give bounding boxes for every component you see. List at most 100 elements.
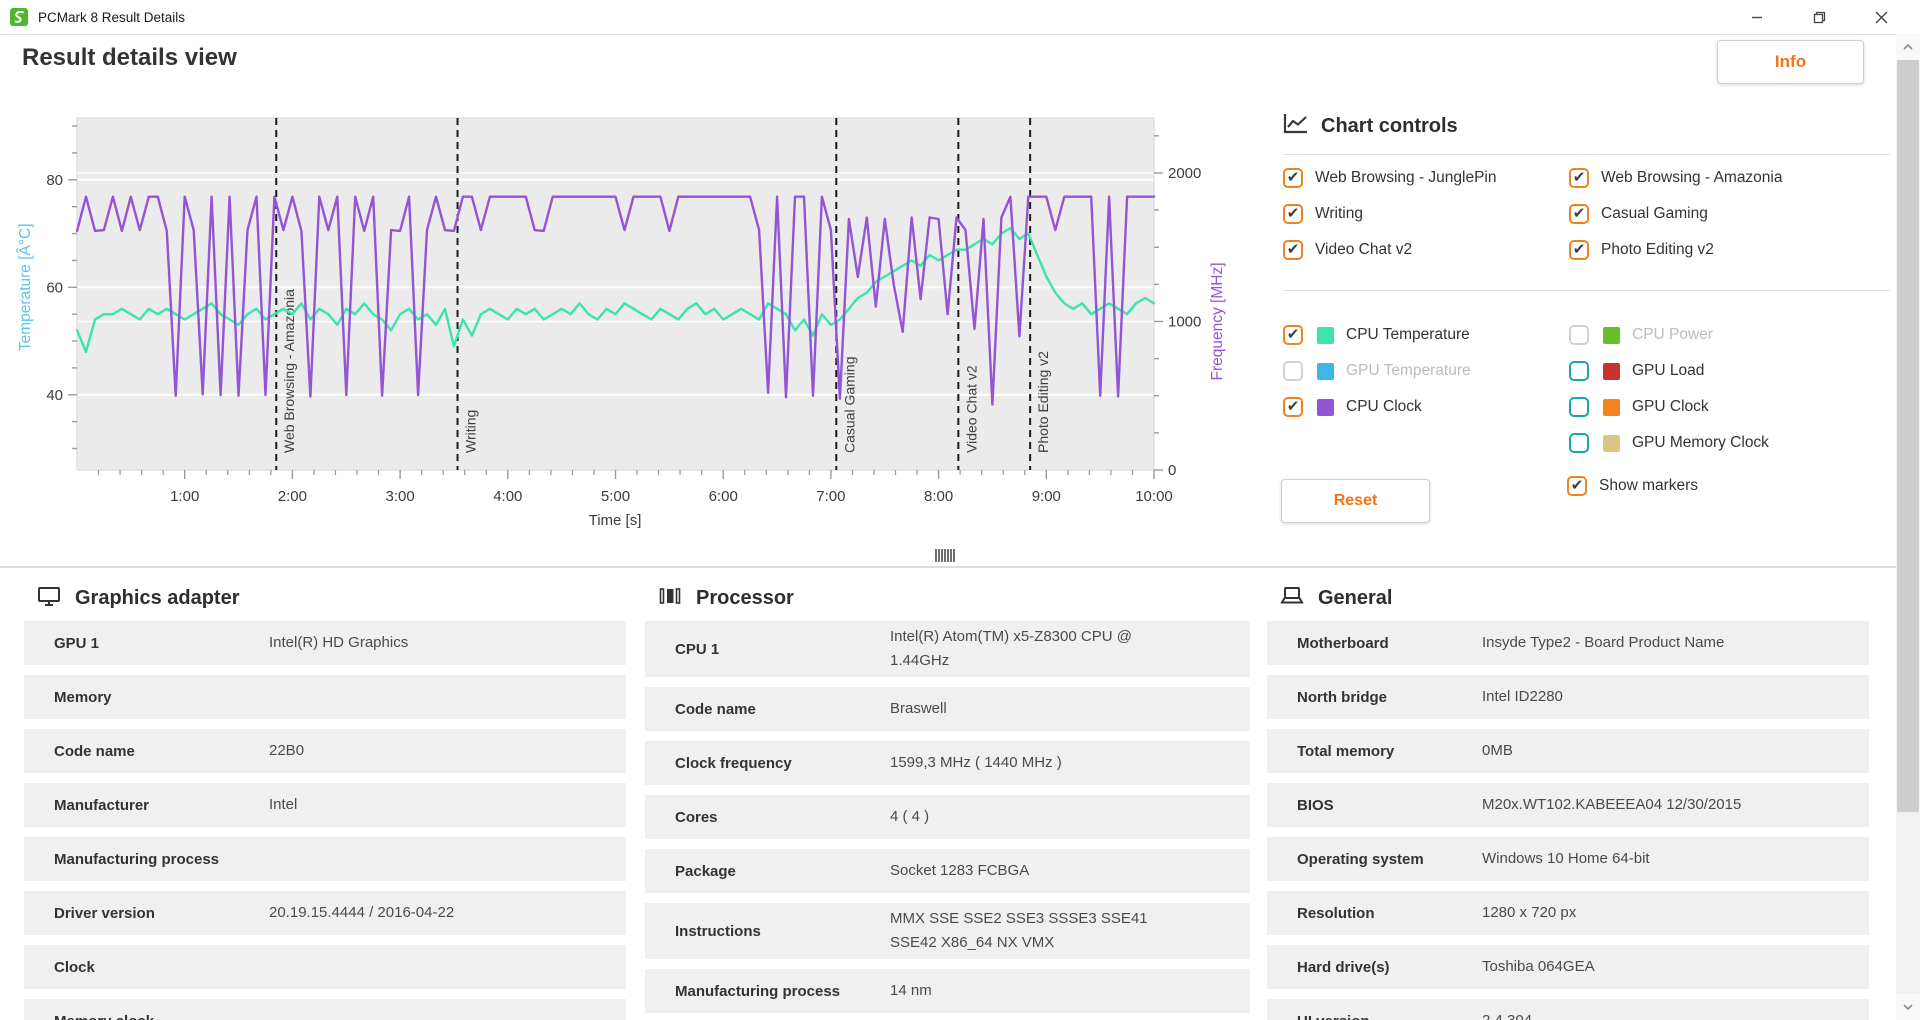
section-divider	[0, 566, 1896, 568]
row-label: Operating system	[1297, 851, 1482, 868]
svg-text:3:00: 3:00	[385, 488, 414, 505]
row-value: Intel	[269, 793, 612, 817]
checkbox-cpu-temperature[interactable]: ✔	[1283, 325, 1303, 345]
row-value: 4 ( 4 )	[890, 805, 1190, 829]
video-chat-v2-label: Video Chat v2	[1315, 241, 1412, 259]
table-row-clock: Clock	[24, 945, 626, 989]
checkbox-gpu-memory-clock[interactable]	[1569, 433, 1589, 453]
checkbox-gpu-temperature[interactable]	[1283, 361, 1303, 381]
check-icon: ✔	[1287, 206, 1300, 221]
show-markers-row: ✔ Show markers	[1567, 468, 1857, 504]
table-row-hard-drive-s: Hard drive(s)Toshiba 064GEA	[1267, 945, 1869, 989]
close-button[interactable]	[1850, 0, 1912, 34]
row-value: Windows 10 Home 64-bit	[1482, 847, 1855, 871]
monitor-icon	[37, 585, 61, 613]
row-label: Motherboard	[1297, 635, 1482, 652]
svg-text:7:00: 7:00	[816, 488, 845, 505]
scrollbar-thumb[interactable]	[1897, 60, 1919, 812]
row-label: Cores	[675, 809, 890, 826]
svg-text:2000: 2000	[1168, 165, 1201, 182]
row-label: UI version	[1297, 1013, 1482, 1020]
controls-divider-top	[1283, 154, 1890, 155]
checkbox-cpu-power[interactable]	[1569, 325, 1589, 345]
pcmark-result-details-window: PCMark 8 Result Details Result details v…	[0, 0, 1920, 1020]
toggle-video-chat-v2: ✔ Video Chat v2	[1283, 232, 1573, 268]
vertical-scrollbar[interactable]	[1896, 34, 1920, 1020]
series-color-swatch	[1317, 399, 1334, 416]
row-label: Manufacturer	[54, 797, 269, 814]
restore-button[interactable]	[1788, 0, 1850, 34]
graphics-adapter-panel: Graphics adapter GPU 1Intel(R) HD Graphi…	[24, 576, 626, 1020]
row-label: Total memory	[1297, 743, 1482, 760]
photo-editing-v2-label: Photo Editing v2	[1601, 241, 1714, 259]
row-label: Memory clock	[54, 1013, 269, 1020]
gpu-clock-label: GPU Clock	[1632, 398, 1709, 416]
checkbox-writing[interactable]: ✔	[1283, 204, 1303, 224]
controls-divider-middle	[1283, 290, 1890, 291]
toggle-gpu-memory-clock: GPU Memory Clock	[1569, 425, 1859, 461]
svg-text:1:00: 1:00	[170, 488, 199, 505]
gpu-temperature-label: GPU Temperature	[1346, 362, 1471, 380]
svg-text:8:00: 8:00	[924, 488, 953, 505]
info-button[interactable]: Info	[1717, 40, 1864, 84]
series-color-swatch	[1603, 327, 1620, 344]
table-row-operating-system: Operating systemWindows 10 Home 64-bit	[1267, 837, 1869, 881]
scroll-down-icon[interactable]	[1896, 994, 1920, 1020]
row-value: Intel(R) HD Graphics	[269, 631, 612, 655]
row-value: Insyde Type2 - Board Product Name	[1482, 631, 1855, 655]
show-markers-label: Show markers	[1599, 477, 1698, 495]
series-color-swatch	[1603, 435, 1620, 452]
svg-text:Photo Editing v2: Photo Editing v2	[1035, 351, 1051, 453]
checkbox-photo-editing-v2[interactable]: ✔	[1569, 240, 1589, 260]
checkbox-web-browsing-amazonia[interactable]: ✔	[1569, 168, 1589, 188]
table-row-instructions: InstructionsMMX SSE SSE2 SSE3 SSSE3 SSE4…	[645, 903, 1250, 959]
row-value: Intel(R) Atom(TM) x5-Z8300 CPU @ 1.44GHz	[890, 625, 1190, 673]
svg-text:5:00: 5:00	[601, 488, 630, 505]
row-label: Clock	[54, 959, 269, 976]
svg-text:2:00: 2:00	[278, 488, 307, 505]
toggle-casual-gaming: ✔Casual Gaming	[1569, 196, 1859, 232]
table-row-motherboard: MotherboardInsyde Type2 - Board Product …	[1267, 621, 1869, 665]
row-value: 1280 x 720 px	[1482, 901, 1855, 925]
checkbox-show-markers[interactable]: ✔	[1567, 476, 1587, 496]
toggle-gpu-temperature: GPU Temperature	[1283, 353, 1573, 389]
checkbox-web-browsing-junglepin[interactable]: ✔	[1283, 168, 1303, 188]
toggle-gpu-load: GPU Load	[1569, 353, 1859, 389]
laptop-icon	[1280, 585, 1304, 613]
svg-text:Temperature [Â°C]: Temperature [Â°C]	[17, 223, 34, 351]
svg-text:6:00: 6:00	[709, 488, 738, 505]
checkbox-gpu-load[interactable]	[1569, 361, 1589, 381]
checkbox-video-chat-v2[interactable]: ✔	[1283, 240, 1303, 260]
checkbox-gpu-clock[interactable]	[1569, 397, 1589, 417]
svg-text:0: 0	[1168, 462, 1176, 479]
line-chart-icon	[1283, 112, 1309, 140]
gpu-memory-clock-label: GPU Memory Clock	[1632, 434, 1769, 452]
table-row-manufacturing-process: Manufacturing process14 nm	[645, 969, 1250, 1013]
general-panel: General MotherboardInsyde Type2 - Board …	[1267, 576, 1869, 1020]
cpu-power-label: CPU Power	[1632, 326, 1713, 344]
pcmark-logo-icon	[10, 8, 28, 26]
checkbox-casual-gaming[interactable]: ✔	[1569, 204, 1589, 224]
row-label: Resolution	[1297, 905, 1482, 922]
row-value: 2.4.304	[1482, 1009, 1855, 1020]
web-browsing-amazonia-label: Web Browsing - Amazonia	[1601, 169, 1783, 187]
toggle-web-browsing-amazonia: ✔ Web Browsing - Amazonia	[1569, 160, 1859, 196]
chart-pan-handle[interactable]	[935, 548, 955, 562]
svg-text:10:00: 10:00	[1135, 488, 1173, 505]
series-color-swatch	[1603, 399, 1620, 416]
panel-title: Processor	[696, 587, 794, 610]
table-row-driver-version: Driver version20.19.15.4444 / 2016-04-22	[24, 891, 626, 935]
scroll-up-icon[interactable]	[1896, 34, 1920, 60]
checkbox-cpu-clock[interactable]: ✔	[1283, 397, 1303, 417]
toggle-photo-editing-v2: ✔ Photo Editing v2	[1569, 232, 1859, 268]
cpu-clock-label: CPU Clock	[1346, 398, 1422, 416]
row-value: M20x.WT102.KABEEEA04 12/30/2015	[1482, 793, 1855, 817]
minimize-button[interactable]	[1726, 0, 1788, 34]
svg-text:9:00: 9:00	[1032, 488, 1061, 505]
table-row-bios: BIOSM20x.WT102.KABEEEA04 12/30/2015	[1267, 783, 1869, 827]
svg-text:80: 80	[46, 172, 63, 189]
check-icon: ✔	[1287, 399, 1300, 414]
svg-text:40: 40	[46, 387, 63, 404]
panel-title: Graphics adapter	[75, 587, 240, 610]
reset-button[interactable]: Reset	[1281, 479, 1430, 523]
